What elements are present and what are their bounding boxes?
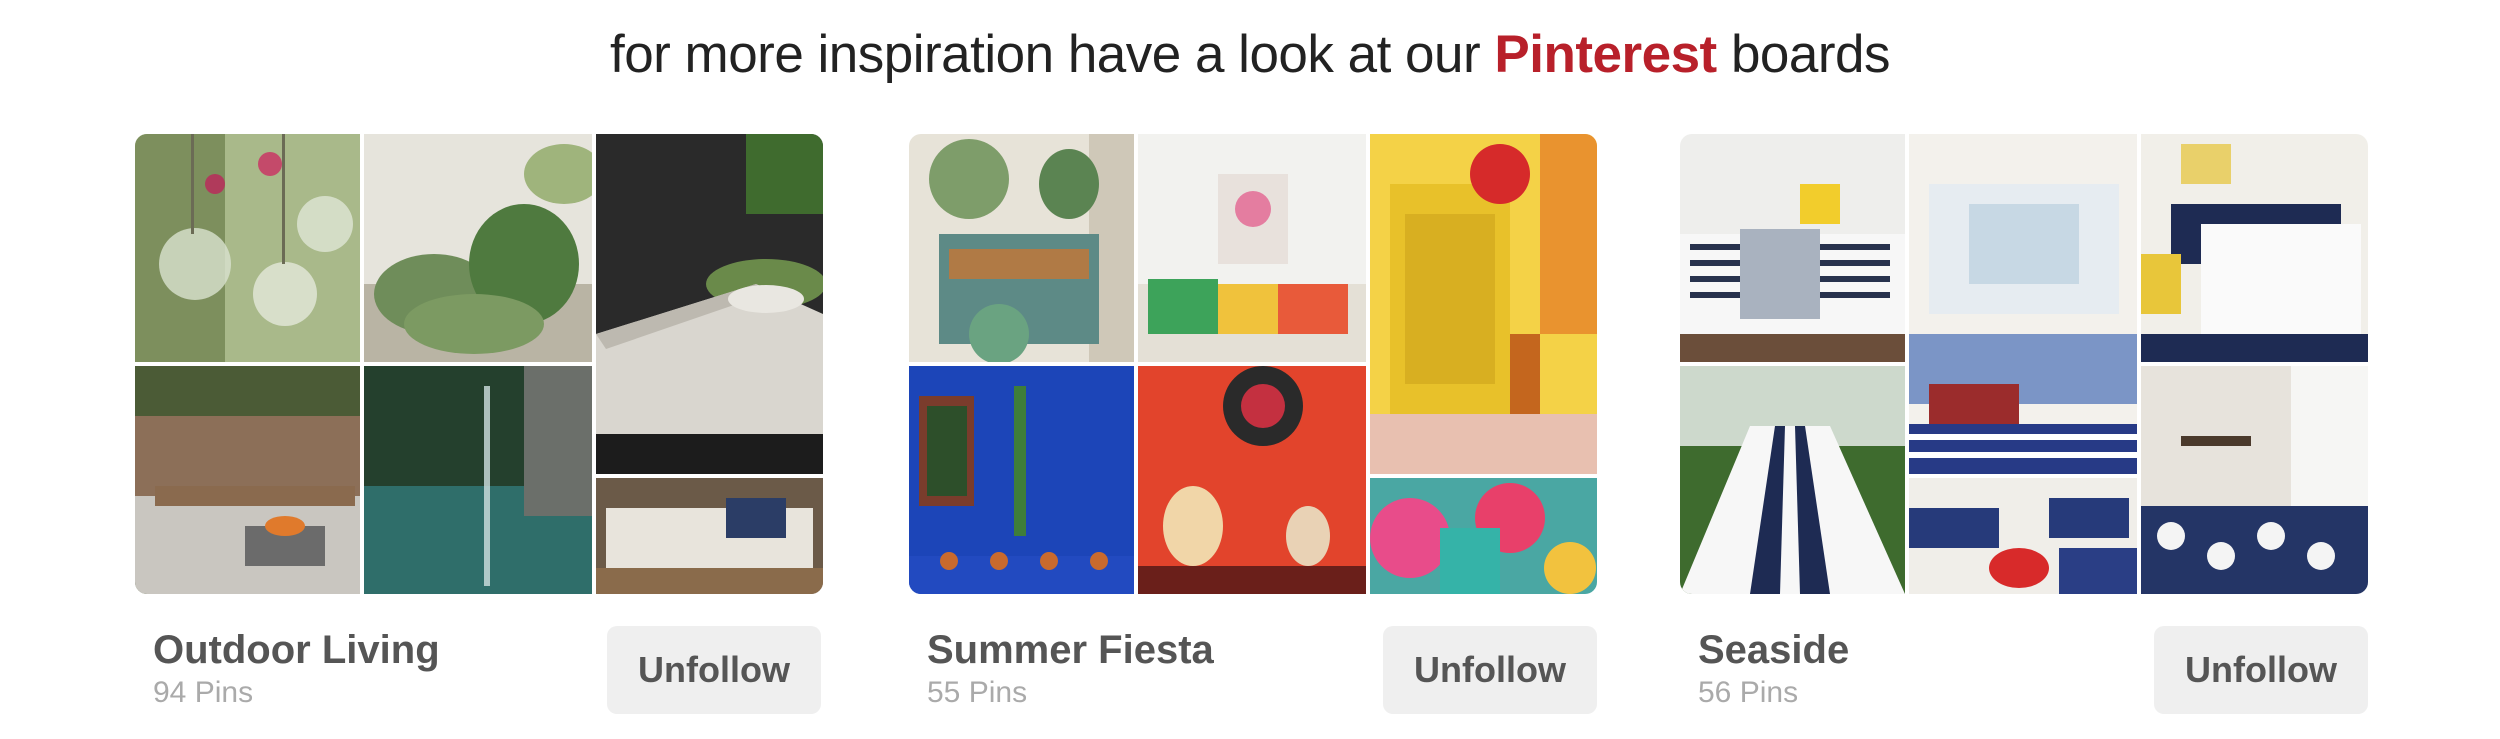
board-title[interactable]: Seaside bbox=[1698, 628, 1849, 673]
page-heading: for more inspiration have a look at our … bbox=[0, 24, 2500, 85]
pin-image-cushions[interactable] bbox=[1138, 134, 1366, 362]
pin-image-beach-living-room[interactable] bbox=[1909, 134, 2137, 474]
board-seaside[interactable]: Seaside 56 Pins Unfollow bbox=[1680, 134, 2368, 734]
unfollow-button[interactable]: Unfollow bbox=[2154, 626, 2368, 714]
board-collage[interactable] bbox=[135, 134, 823, 594]
pin-image-bulb-vases[interactable] bbox=[135, 134, 360, 362]
pin-image-striped-bed[interactable] bbox=[1680, 134, 1905, 362]
pinterest-link[interactable]: Pinterest bbox=[1494, 25, 1717, 84]
pin-image-pool-waterfall[interactable] bbox=[364, 366, 592, 594]
unfollow-button[interactable]: Unfollow bbox=[607, 626, 821, 714]
heading-suffix: boards bbox=[1730, 25, 1891, 84]
pin-image-union-jack-room[interactable] bbox=[1909, 478, 2137, 594]
pin-image-nautical-bedroom[interactable] bbox=[2141, 366, 2368, 594]
board-outdoor-living[interactable]: Outdoor Living 94 Pins Unfollow bbox=[135, 134, 823, 734]
board-title[interactable]: Summer Fiesta bbox=[927, 628, 1214, 673]
heading-prefix: for more inspiration have a look at our bbox=[609, 25, 1481, 84]
pin-image-blue-wall-cacti[interactable] bbox=[909, 366, 1134, 594]
pin-image-yellow-lantern[interactable] bbox=[1370, 134, 1597, 474]
pin-image-outdoor-table[interactable] bbox=[1680, 366, 1905, 594]
pin-image-patio-table[interactable] bbox=[596, 134, 823, 474]
board-collage[interactable] bbox=[1680, 134, 2368, 594]
pin-image-succulents[interactable] bbox=[364, 134, 592, 362]
pin-image-navy-bedding[interactable] bbox=[2141, 134, 2368, 362]
board-summer-fiesta[interactable]: Summer Fiesta 55 Pins Unfollow bbox=[909, 134, 1597, 734]
unfollow-button[interactable]: Unfollow bbox=[1383, 626, 1597, 714]
board-title[interactable]: Outdoor Living bbox=[153, 628, 440, 673]
pin-image-red-wall-plates[interactable] bbox=[1138, 366, 1366, 594]
board-pin-count: 56 Pins bbox=[1698, 676, 1799, 709]
board-pin-count: 94 Pins bbox=[153, 676, 254, 709]
board-collage[interactable] bbox=[909, 134, 1597, 594]
pin-image-painted-cabinet[interactable] bbox=[909, 134, 1134, 362]
pin-image-pink-flowers[interactable] bbox=[1370, 478, 1597, 594]
pin-image-firepit[interactable] bbox=[135, 366, 360, 594]
board-pin-count: 55 Pins bbox=[927, 676, 1028, 709]
pin-image-daybed[interactable] bbox=[596, 478, 823, 594]
